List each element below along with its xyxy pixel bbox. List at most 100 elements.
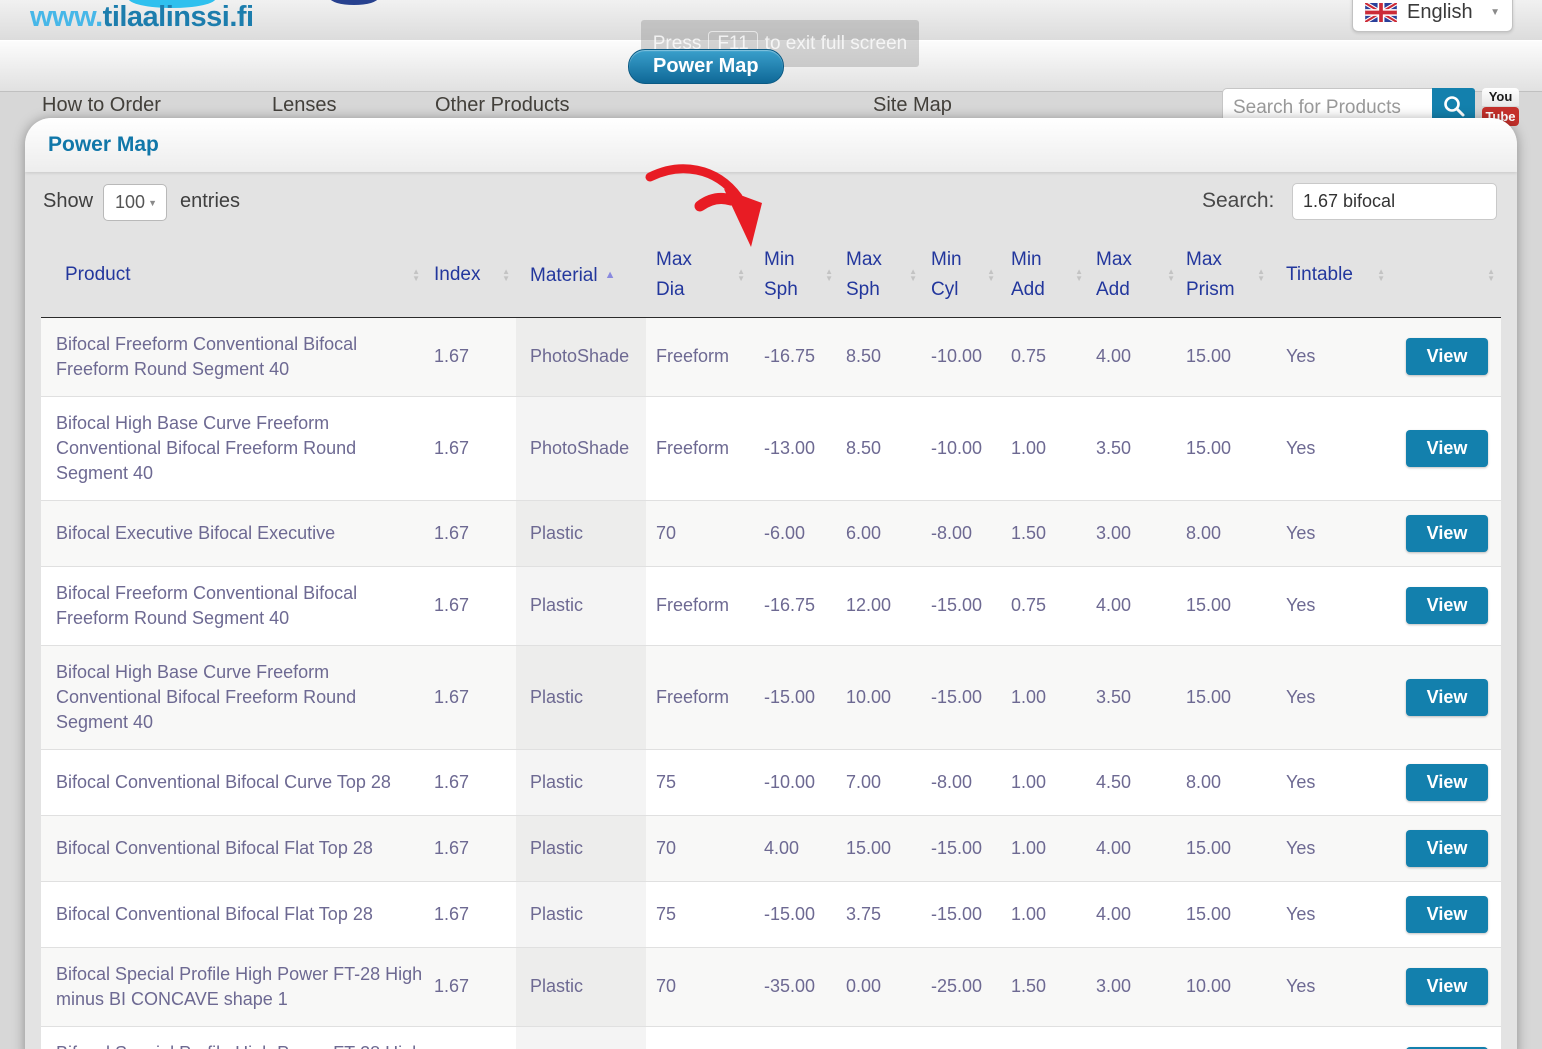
th-product[interactable]: Product▲▼ [41,234,426,317]
cell-material: Plastic [516,749,646,815]
cell-product: Bifocal Special Profile High Power FT-28… [41,947,426,1026]
cell-max-add: 3.50 [1089,396,1181,500]
view-button[interactable]: View [1406,587,1488,624]
th-min-cyl[interactable]: Min Cyl▲▼ [923,234,1001,317]
th-min-add[interactable]: Min Add▲▼ [1001,234,1089,317]
cell-min-sph: -6.00 [751,500,839,566]
view-button[interactable]: View [1406,764,1488,801]
cell-tintable: Yes [1271,317,1391,396]
cell-min-cyl: -10.00 [923,396,1001,500]
chevron-down-icon: ▼ [1490,7,1500,18]
page-size-value: 100 [115,192,145,213]
sort-icon: ▲▼ [909,268,917,282]
th-min-sph[interactable]: Min Sph▲▼ [751,234,839,317]
nav-item-lenses[interactable]: Lenses [272,94,337,117]
cell-min-sph: -35.00 [751,1026,839,1049]
cell-max-sph: 7.00 [839,749,923,815]
cell-max-add: 3.00 [1089,500,1181,566]
cell-max-prism: 10.00 [1181,947,1271,1026]
cell-max-dia: Freeform [646,645,751,749]
cell-max-dia: 70 [646,815,751,881]
cell-min-add: 1.00 [1001,815,1089,881]
language-selector[interactable]: English ▼ [1352,0,1513,32]
table-row: Bifocal Special Profile High Power FT-28… [41,947,1501,1026]
power-map-table: Product▲▼ Index▲▼ Material▲ Max Dia▲▼ Mi… [41,234,1501,1049]
cell-min-cyl: -25.00 [923,947,1001,1026]
table-row: Bifocal Conventional Bifocal Flat Top 28… [41,881,1501,947]
cell-max-prism: 15.00 [1181,566,1271,645]
table-controls: Show 100 ▼ entries Search: [25,172,1517,234]
table-row: Bifocal Conventional Bifocal Curve Top 2… [41,749,1501,815]
view-button[interactable]: View [1406,968,1488,1005]
page-title: Power Map [25,118,1517,157]
cell-max-prism: 15.00 [1181,317,1271,396]
logo-www: www. [30,1,103,33]
table-header-row: Product▲▼ Index▲▼ Material▲ Max Dia▲▼ Mi… [41,234,1501,317]
th-view[interactable]: ▲▼ [1391,234,1501,317]
view-button[interactable]: View [1406,896,1488,933]
cell-max-sph: 0.00 [839,947,923,1026]
cell-min-sph: -15.00 [751,645,839,749]
cell-min-sph: -35.00 [751,947,839,1026]
nav-item-site-map[interactable]: Site Map [873,94,952,117]
view-button[interactable]: View [1406,830,1488,867]
cell-min-sph: -10.00 [751,749,839,815]
nav-item-other-products[interactable]: Other Products [435,94,570,117]
cell-material: Plastic [516,566,646,645]
view-button[interactable]: View [1406,430,1488,467]
cell-min-cyl: -8.00 [923,749,1001,815]
cell-max-add: 4.00 [1089,317,1181,396]
language-label: English [1407,1,1490,24]
page-size-select[interactable]: 100 ▼ [103,184,167,221]
cell-max-sph: 10.00 [839,645,923,749]
cell-view: View [1391,396,1501,500]
table-row: Bifocal Executive Bifocal Executive 1.67… [41,500,1501,566]
cell-tintable: Yes [1271,566,1391,645]
th-index[interactable]: Index▲▼ [426,234,516,317]
cell-max-add: 4.00 [1089,881,1181,947]
view-button[interactable]: View [1406,679,1488,716]
cell-product: Bifocal High Base Curve Freeform Convent… [41,645,426,749]
cell-product: Bifocal Freeform Conventional Bifocal Fr… [41,317,426,396]
view-button[interactable]: View [1406,338,1488,375]
site-logo[interactable]: www.tilaalinssi.fi [30,1,254,34]
th-tintable[interactable]: Tintable▲▼ [1271,234,1391,317]
cell-max-sph: 15.00 [839,815,923,881]
cell-view: View [1391,645,1501,749]
sort-icon: ▲▼ [1167,268,1175,282]
th-max-dia[interactable]: Max Dia▲▼ [646,234,751,317]
cell-material: Plastic [516,881,646,947]
cell-product: Bifocal Conventional Bifocal Flat Top 28 [41,815,426,881]
cell-view: View [1391,815,1501,881]
uk-flag-icon [1365,3,1397,22]
cell-tintable: Yes [1271,500,1391,566]
cell-max-prism: 15.00 [1181,815,1271,881]
table-body: Bifocal Freeform Conventional Bifocal Fr… [41,317,1501,1049]
nav-item-how-to-order[interactable]: How to Order [42,94,161,117]
cell-max-sph: 12.00 [839,566,923,645]
cell-max-sph: 6.00 [839,500,923,566]
cell-view: View [1391,317,1501,396]
th-max-add[interactable]: Max Add▲▼ [1089,234,1181,317]
cell-tintable: Yes [1271,645,1391,749]
cell-index: 1.67 [426,815,516,881]
table-row: Bifocal Conventional Bifocal Flat Top 28… [41,815,1501,881]
cell-material: Plastic [516,815,646,881]
table-search-input[interactable] [1292,183,1497,220]
cell-product: Bifocal Conventional Bifocal Curve Top 2… [41,749,426,815]
cell-tintable: Yes [1271,881,1391,947]
sort-icon: ▲▼ [1377,268,1385,282]
cell-max-dia: 75 [646,881,751,947]
cell-index: 1.67 [426,881,516,947]
view-button[interactable]: View [1406,515,1488,552]
th-max-prism[interactable]: Max Prism▲▼ [1181,234,1271,317]
cell-max-dia: 70 [646,1026,751,1049]
cell-max-dia: Freeform [646,396,751,500]
th-max-sph[interactable]: Max Sph▲▼ [839,234,923,317]
th-material[interactable]: Material▲ [516,234,646,317]
cell-max-add: 3.00 [1089,1026,1181,1049]
cell-min-add: 1.00 [1001,881,1089,947]
nav-item-power-map-active[interactable]: Power Map [628,49,784,84]
cell-max-add: 3.00 [1089,947,1181,1026]
chevron-down-icon: ▼ [148,198,157,208]
